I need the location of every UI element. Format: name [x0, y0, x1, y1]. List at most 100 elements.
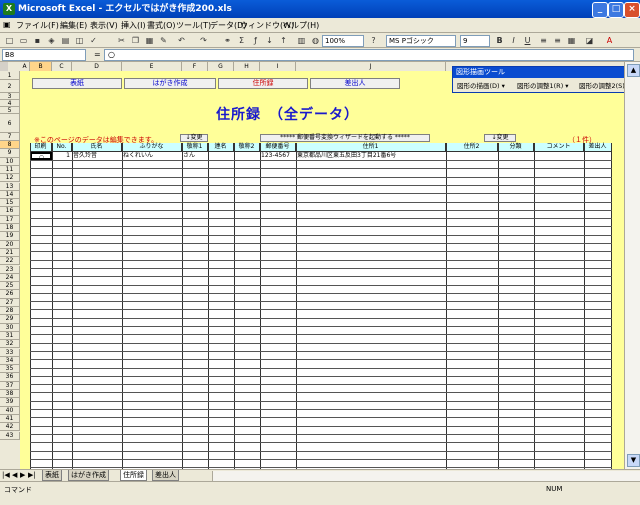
row-header[interactable]: 41	[0, 414, 20, 424]
col-header[interactable]: G	[208, 62, 234, 71]
row-header[interactable]: 20	[0, 240, 20, 249]
panel-titlebar[interactable]: 図形描画ツール ×	[453, 67, 637, 78]
align-center-icon[interactable]: ≡	[552, 35, 563, 46]
row-header[interactable]: 26	[0, 290, 20, 299]
menu-tools[interactable]: ツール(T)	[176, 20, 211, 31]
row-header[interactable]: 2	[0, 80, 20, 93]
new-icon[interactable]: □	[4, 35, 15, 46]
cell-honorific2[interactable]	[234, 152, 260, 160]
row-header[interactable]: 11	[0, 165, 20, 175]
redo-icon[interactable]: ↷	[198, 35, 209, 46]
menu-format[interactable]: 書式(O)	[147, 20, 176, 31]
cell-name[interactable]: 音久玲音	[72, 152, 122, 160]
menu-view[interactable]: 表示(V)	[90, 20, 118, 31]
col-header[interactable]: B	[30, 62, 52, 71]
font-name-combo[interactable]: MS Pゴシック	[386, 35, 456, 47]
row-header[interactable]: 10	[0, 157, 20, 166]
print-icon[interactable]: ▤	[60, 35, 71, 46]
function-icon[interactable]: ƒ	[250, 35, 261, 46]
change-button-2[interactable]: ↓変更	[484, 134, 516, 142]
tab-nav-next-icon[interactable]: ▶	[20, 471, 25, 479]
underline-icon[interactable]: U	[522, 35, 533, 46]
borders-icon[interactable]: ▦	[566, 35, 577, 46]
doc-icon[interactable]: ▣	[3, 20, 11, 29]
menu-file[interactable]: ファイル(F)	[16, 20, 59, 31]
nav-postcard-button[interactable]: はがき作成	[124, 78, 216, 89]
col-header[interactable]: A	[20, 62, 30, 71]
row-header[interactable]: 4	[0, 100, 20, 107]
col-header[interactable]: C	[52, 62, 72, 71]
row-header[interactable]: 15	[0, 199, 20, 208]
bold-icon[interactable]: B	[494, 35, 505, 46]
shape-adjust1-menu[interactable]: 図形の調整1(R) ▾	[517, 80, 569, 90]
col-header[interactable]: F	[182, 62, 208, 71]
col-header[interactable]: H	[234, 62, 260, 71]
row-header[interactable]: 12	[0, 174, 20, 183]
zoom-combo[interactable]: 100%	[322, 35, 364, 47]
scroll-up-icon[interactable]: ▲	[627, 64, 640, 77]
shape-draw-menu[interactable]: 図形の描画(D) ▾	[457, 80, 505, 90]
format-painter-icon[interactable]: ✎	[158, 35, 169, 46]
fill-color-icon[interactable]: ◪	[584, 35, 595, 46]
menu-edit[interactable]: 編集(E)	[60, 20, 87, 31]
undo-icon[interactable]: ↶	[176, 35, 187, 46]
change-button[interactable]: ↓変更	[180, 134, 208, 142]
cell-joint-name[interactable]	[208, 152, 234, 160]
row-header[interactable]: 3	[0, 93, 20, 100]
postal-wizard-button[interactable]: ***** 郵便番号変換ウィザードを起動する *****	[260, 134, 430, 142]
row-header[interactable]: 34	[0, 356, 20, 366]
tab-cover[interactable]: 表紙	[42, 470, 62, 481]
align-left-icon[interactable]: ≡	[538, 35, 549, 46]
tab-addressbook[interactable]: 住所録	[120, 470, 147, 481]
tab-nav-first-icon[interactable]: |◀	[2, 471, 10, 479]
preview-icon[interactable]: ◫	[74, 35, 85, 46]
row-header[interactable]: 33	[0, 348, 20, 357]
cell-print-selected[interactable]: ○	[30, 152, 52, 160]
col-header[interactable]: I	[260, 62, 296, 71]
maximize-button[interactable]: □	[608, 2, 624, 18]
row-header[interactable]: 1	[0, 71, 20, 80]
cell-comment[interactable]	[534, 152, 584, 160]
row-header[interactable]: 31	[0, 331, 20, 341]
row-header[interactable]: 43	[0, 431, 20, 440]
vertical-scrollbar[interactable]: ▲ ▼	[624, 62, 640, 469]
horizontal-scrollbar[interactable]	[212, 471, 640, 481]
row-header[interactable]: 16	[0, 207, 20, 216]
sort-asc-icon[interactable]: ↓	[264, 35, 275, 46]
col-header[interactable]: J	[296, 62, 446, 71]
menu-help[interactable]: ヘルプ(H)	[283, 20, 319, 31]
cell-address1[interactable]: 東京都品川区東五反田3丁目21番6号	[296, 152, 446, 160]
menu-insert[interactable]: 挿入(I)	[121, 20, 146, 31]
row-header[interactable]: 8	[0, 141, 20, 150]
shape-adjust2-menu[interactable]: 図形の調整2(S) ▾	[579, 80, 630, 90]
minimize-button[interactable]: _	[592, 2, 608, 18]
save-icon[interactable]: ▪	[32, 35, 43, 46]
row-header[interactable]: 14	[0, 190, 20, 200]
cell-postal-code[interactable]: 123-4567	[260, 152, 296, 160]
row-header[interactable]: 25	[0, 282, 20, 291]
spelling-icon[interactable]: ✓	[88, 35, 99, 46]
paste-icon[interactable]: ▦	[144, 35, 155, 46]
open-icon[interactable]: ▭	[18, 35, 29, 46]
col-header[interactable]: D	[72, 62, 122, 71]
row-header[interactable]: 42	[0, 423, 20, 432]
row-header[interactable]: 27	[0, 298, 20, 307]
hyperlink-icon[interactable]: ⚭	[222, 35, 233, 46]
row-header[interactable]: 39	[0, 398, 20, 407]
row-header[interactable]: 18	[0, 224, 20, 233]
row-header[interactable]: 35	[0, 365, 20, 374]
fx-label[interactable]: =	[94, 50, 101, 59]
row-header[interactable]: 36	[0, 373, 20, 382]
nav-sender-button[interactable]: 差出人	[310, 78, 400, 89]
row-header[interactable]: 37	[0, 381, 20, 390]
scroll-down-icon[interactable]: ▼	[627, 454, 640, 467]
nav-cover-button[interactable]: 表紙	[32, 78, 122, 89]
font-color-icon[interactable]: A	[604, 35, 615, 46]
tab-nav-last-icon[interactable]: ▶|	[28, 471, 36, 479]
italic-icon[interactable]: I	[508, 35, 519, 46]
row-header[interactable]: 24	[0, 273, 20, 283]
row-header[interactable]: 6	[0, 114, 20, 133]
cell-address2[interactable]	[446, 152, 498, 160]
tab-sender[interactable]: 差出人	[152, 470, 179, 481]
autosum-icon[interactable]: Σ	[236, 35, 247, 46]
